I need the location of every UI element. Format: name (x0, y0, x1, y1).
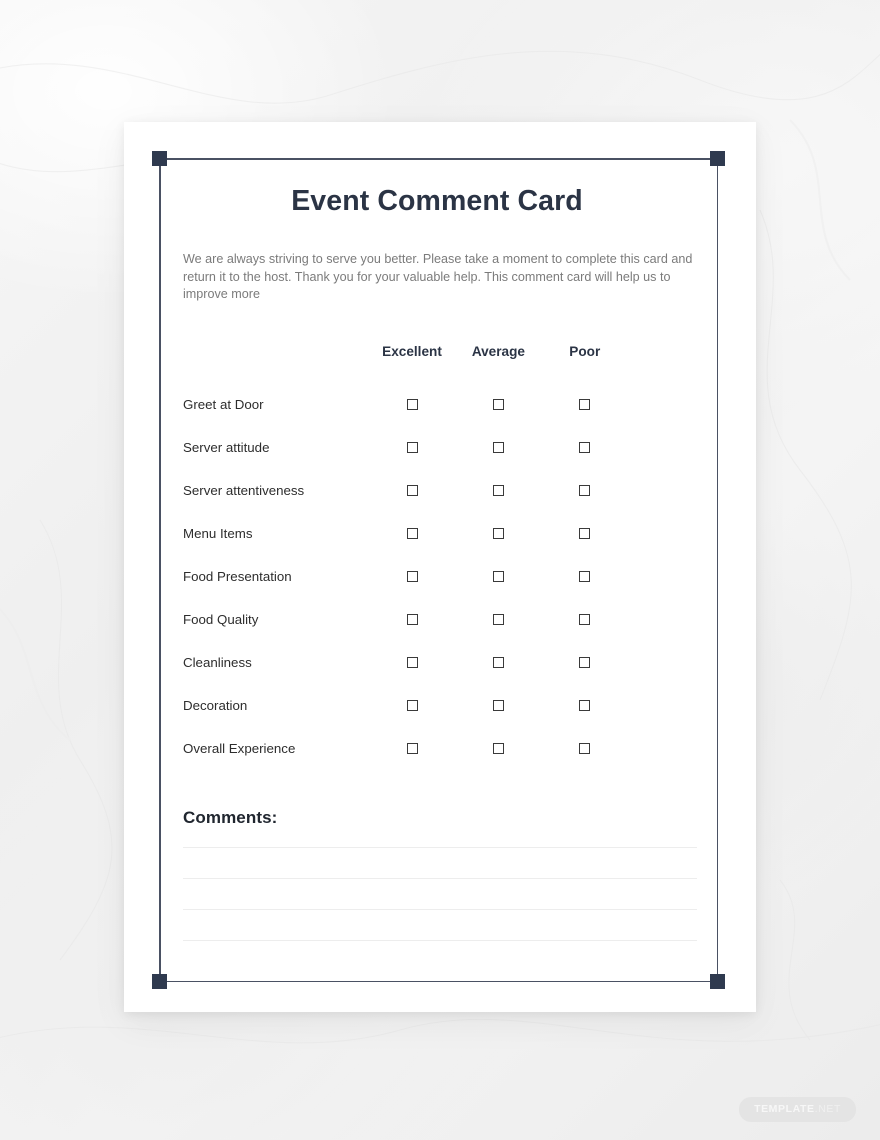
checkbox-icon[interactable] (406, 441, 418, 453)
checkbox-icon[interactable] (406, 699, 418, 711)
checkbox-cell-excellent[interactable] (369, 426, 455, 469)
checkbox-cell-poor[interactable] (542, 727, 628, 770)
table-row: Menu Items (183, 512, 628, 555)
checkbox-cell-average[interactable] (455, 684, 541, 727)
row-label-greet-at-door: Greet at Door (183, 396, 264, 412)
watermark-text-strong: TEMPLATE (754, 1103, 815, 1115)
frame-line-right (716, 158, 718, 982)
comment-card-paper: Event Comment Card We are always strivin… (124, 122, 756, 1012)
frame-line-bottom (159, 980, 718, 982)
checkbox-cell-excellent[interactable] (369, 469, 455, 512)
checkbox-cell-average[interactable] (455, 426, 541, 469)
checkbox-cell-excellent[interactable] (369, 684, 455, 727)
checkbox-cell-excellent[interactable] (369, 512, 455, 555)
checkbox-cell-poor[interactable] (542, 383, 628, 426)
table-header-row: Excellent Average Poor (183, 344, 628, 383)
checkbox-icon[interactable] (492, 570, 504, 582)
template-net-watermark: TEMPLATE.NET (739, 1097, 856, 1122)
checkbox-icon[interactable] (579, 441, 591, 453)
comments-heading: Comments: (183, 807, 278, 827)
row-label-menu-items: Menu Items (183, 525, 253, 541)
comment-rule-line (183, 939, 697, 941)
checkbox-cell-average[interactable] (455, 469, 541, 512)
table-row: Greet at Door (183, 383, 628, 426)
checkbox-cell-excellent[interactable] (369, 555, 455, 598)
checkbox-cell-poor[interactable] (542, 512, 628, 555)
row-label-food-quality: Food Quality (183, 611, 259, 627)
checkbox-cell-average[interactable] (455, 383, 541, 426)
corner-square-top-left (152, 151, 167, 166)
checkbox-cell-poor[interactable] (542, 426, 628, 469)
checkbox-icon[interactable] (579, 699, 591, 711)
row-label-food-presentation: Food Presentation (183, 568, 292, 584)
table-row: Server attitude (183, 426, 628, 469)
comments-input-area[interactable] (183, 846, 697, 941)
row-label-server-attitude: Server attitude (183, 439, 270, 455)
checkbox-icon[interactable] (579, 613, 591, 625)
row-label-overall-experience: Overall Experience (183, 740, 296, 756)
corner-square-bottom-left (152, 974, 167, 989)
comment-rule-line (183, 846, 697, 848)
checkbox-cell-excellent[interactable] (369, 727, 455, 770)
corner-square-top-right (710, 151, 725, 166)
checkbox-cell-excellent[interactable] (369, 383, 455, 426)
checkbox-cell-average[interactable] (455, 555, 541, 598)
intro-paragraph: We are always striving to serve you bett… (183, 252, 693, 302)
checkbox-icon[interactable] (492, 398, 504, 410)
checkbox-cell-excellent[interactable] (369, 598, 455, 641)
rating-table: Excellent Average Poor Greet at Door Ser… (183, 344, 628, 770)
checkbox-icon[interactable] (406, 742, 418, 754)
table-row: Food Quality (183, 598, 628, 641)
table-row: Cleanliness (183, 641, 628, 684)
checkbox-icon[interactable] (579, 527, 591, 539)
checkbox-icon[interactable] (406, 484, 418, 496)
checkbox-cell-excellent[interactable] (369, 641, 455, 684)
checkbox-cell-poor[interactable] (542, 641, 628, 684)
checkbox-icon[interactable] (492, 656, 504, 668)
checkbox-icon[interactable] (406, 570, 418, 582)
table-row: Decoration (183, 684, 628, 727)
checkbox-icon[interactable] (579, 656, 591, 668)
checkbox-icon[interactable] (492, 742, 504, 754)
table-row: Server attentiveness (183, 469, 628, 512)
checkbox-icon[interactable] (579, 570, 591, 582)
checkbox-cell-average[interactable] (455, 641, 541, 684)
column-header-excellent: Excellent (382, 343, 442, 359)
row-label-server-attentiveness: Server attentiveness (183, 482, 305, 498)
page-title: Event Comment Card (291, 185, 583, 217)
checkbox-icon[interactable] (406, 398, 418, 410)
checkbox-icon[interactable] (579, 742, 591, 754)
rating-table-body: Greet at Door Server attitude Server att… (183, 383, 628, 770)
checkbox-cell-average[interactable] (455, 727, 541, 770)
checkbox-icon[interactable] (406, 656, 418, 668)
row-label-decoration: Decoration (183, 697, 248, 713)
frame-line-left (159, 158, 161, 982)
watermark-text-dim: .NET (814, 1103, 841, 1115)
checkbox-icon[interactable] (406, 613, 418, 625)
column-header-average: Average (471, 343, 525, 359)
checkbox-cell-poor[interactable] (542, 555, 628, 598)
checkbox-cell-poor[interactable] (542, 469, 628, 512)
column-header-poor: Poor (569, 343, 601, 359)
checkbox-icon[interactable] (579, 398, 591, 410)
table-row: Overall Experience (183, 727, 628, 770)
checkbox-icon[interactable] (492, 441, 504, 453)
corner-square-bottom-right (710, 974, 725, 989)
checkbox-icon[interactable] (579, 484, 591, 496)
checkbox-icon[interactable] (406, 527, 418, 539)
column-header-criteria (183, 344, 369, 383)
row-label-cleanliness: Cleanliness (183, 654, 252, 670)
checkbox-icon[interactable] (492, 613, 504, 625)
checkbox-icon[interactable] (492, 484, 504, 496)
checkbox-cell-poor[interactable] (542, 684, 628, 727)
checkbox-icon[interactable] (492, 699, 504, 711)
comment-rule-line (183, 908, 697, 910)
checkbox-cell-average[interactable] (455, 512, 541, 555)
card-content: Event Comment Card We are always strivin… (183, 122, 697, 971)
table-row: Food Presentation (183, 555, 628, 598)
checkbox-icon[interactable] (492, 527, 504, 539)
checkbox-cell-average[interactable] (455, 598, 541, 641)
comment-rule-line (183, 877, 697, 879)
checkbox-cell-poor[interactable] (542, 598, 628, 641)
